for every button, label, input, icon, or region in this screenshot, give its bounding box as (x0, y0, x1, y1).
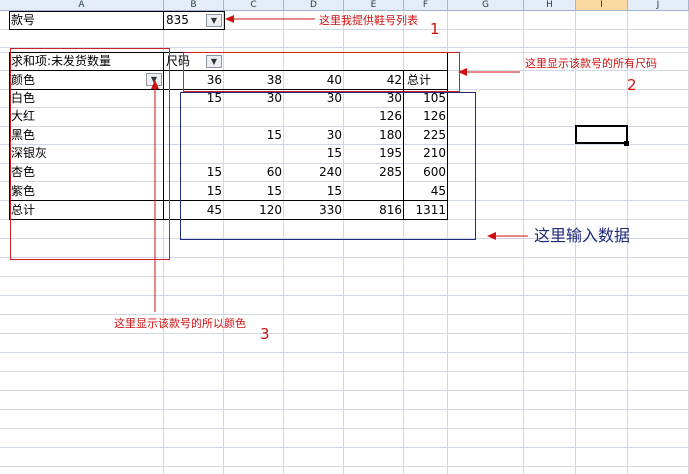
fill-handle[interactable] (624, 141, 629, 146)
active-cell[interactable] (575, 125, 628, 144)
arrow-head (487, 232, 496, 240)
annotation-2-text: 这里显示该款号的所有尺码 (525, 57, 657, 70)
annotation-3-text: 这里显示该款号的所以颜色 (114, 317, 246, 330)
arrow-head (225, 15, 234, 23)
arrow-head (458, 68, 467, 76)
annotation-1-number: 1 (430, 20, 440, 38)
spreadsheet-grid[interactable]: A B C D E F G H I J 款号 835 ▼ 求和项:未发货数量 尺… (0, 0, 689, 474)
annotation-3-number: 3 (260, 325, 270, 343)
annotation-2-number: 2 (627, 76, 637, 94)
annotation-4-text: 这里输入数据 (534, 226, 631, 245)
annotation-1-text: 这里我提供鞋号列表 (319, 14, 418, 27)
arrow-head (151, 80, 159, 89)
